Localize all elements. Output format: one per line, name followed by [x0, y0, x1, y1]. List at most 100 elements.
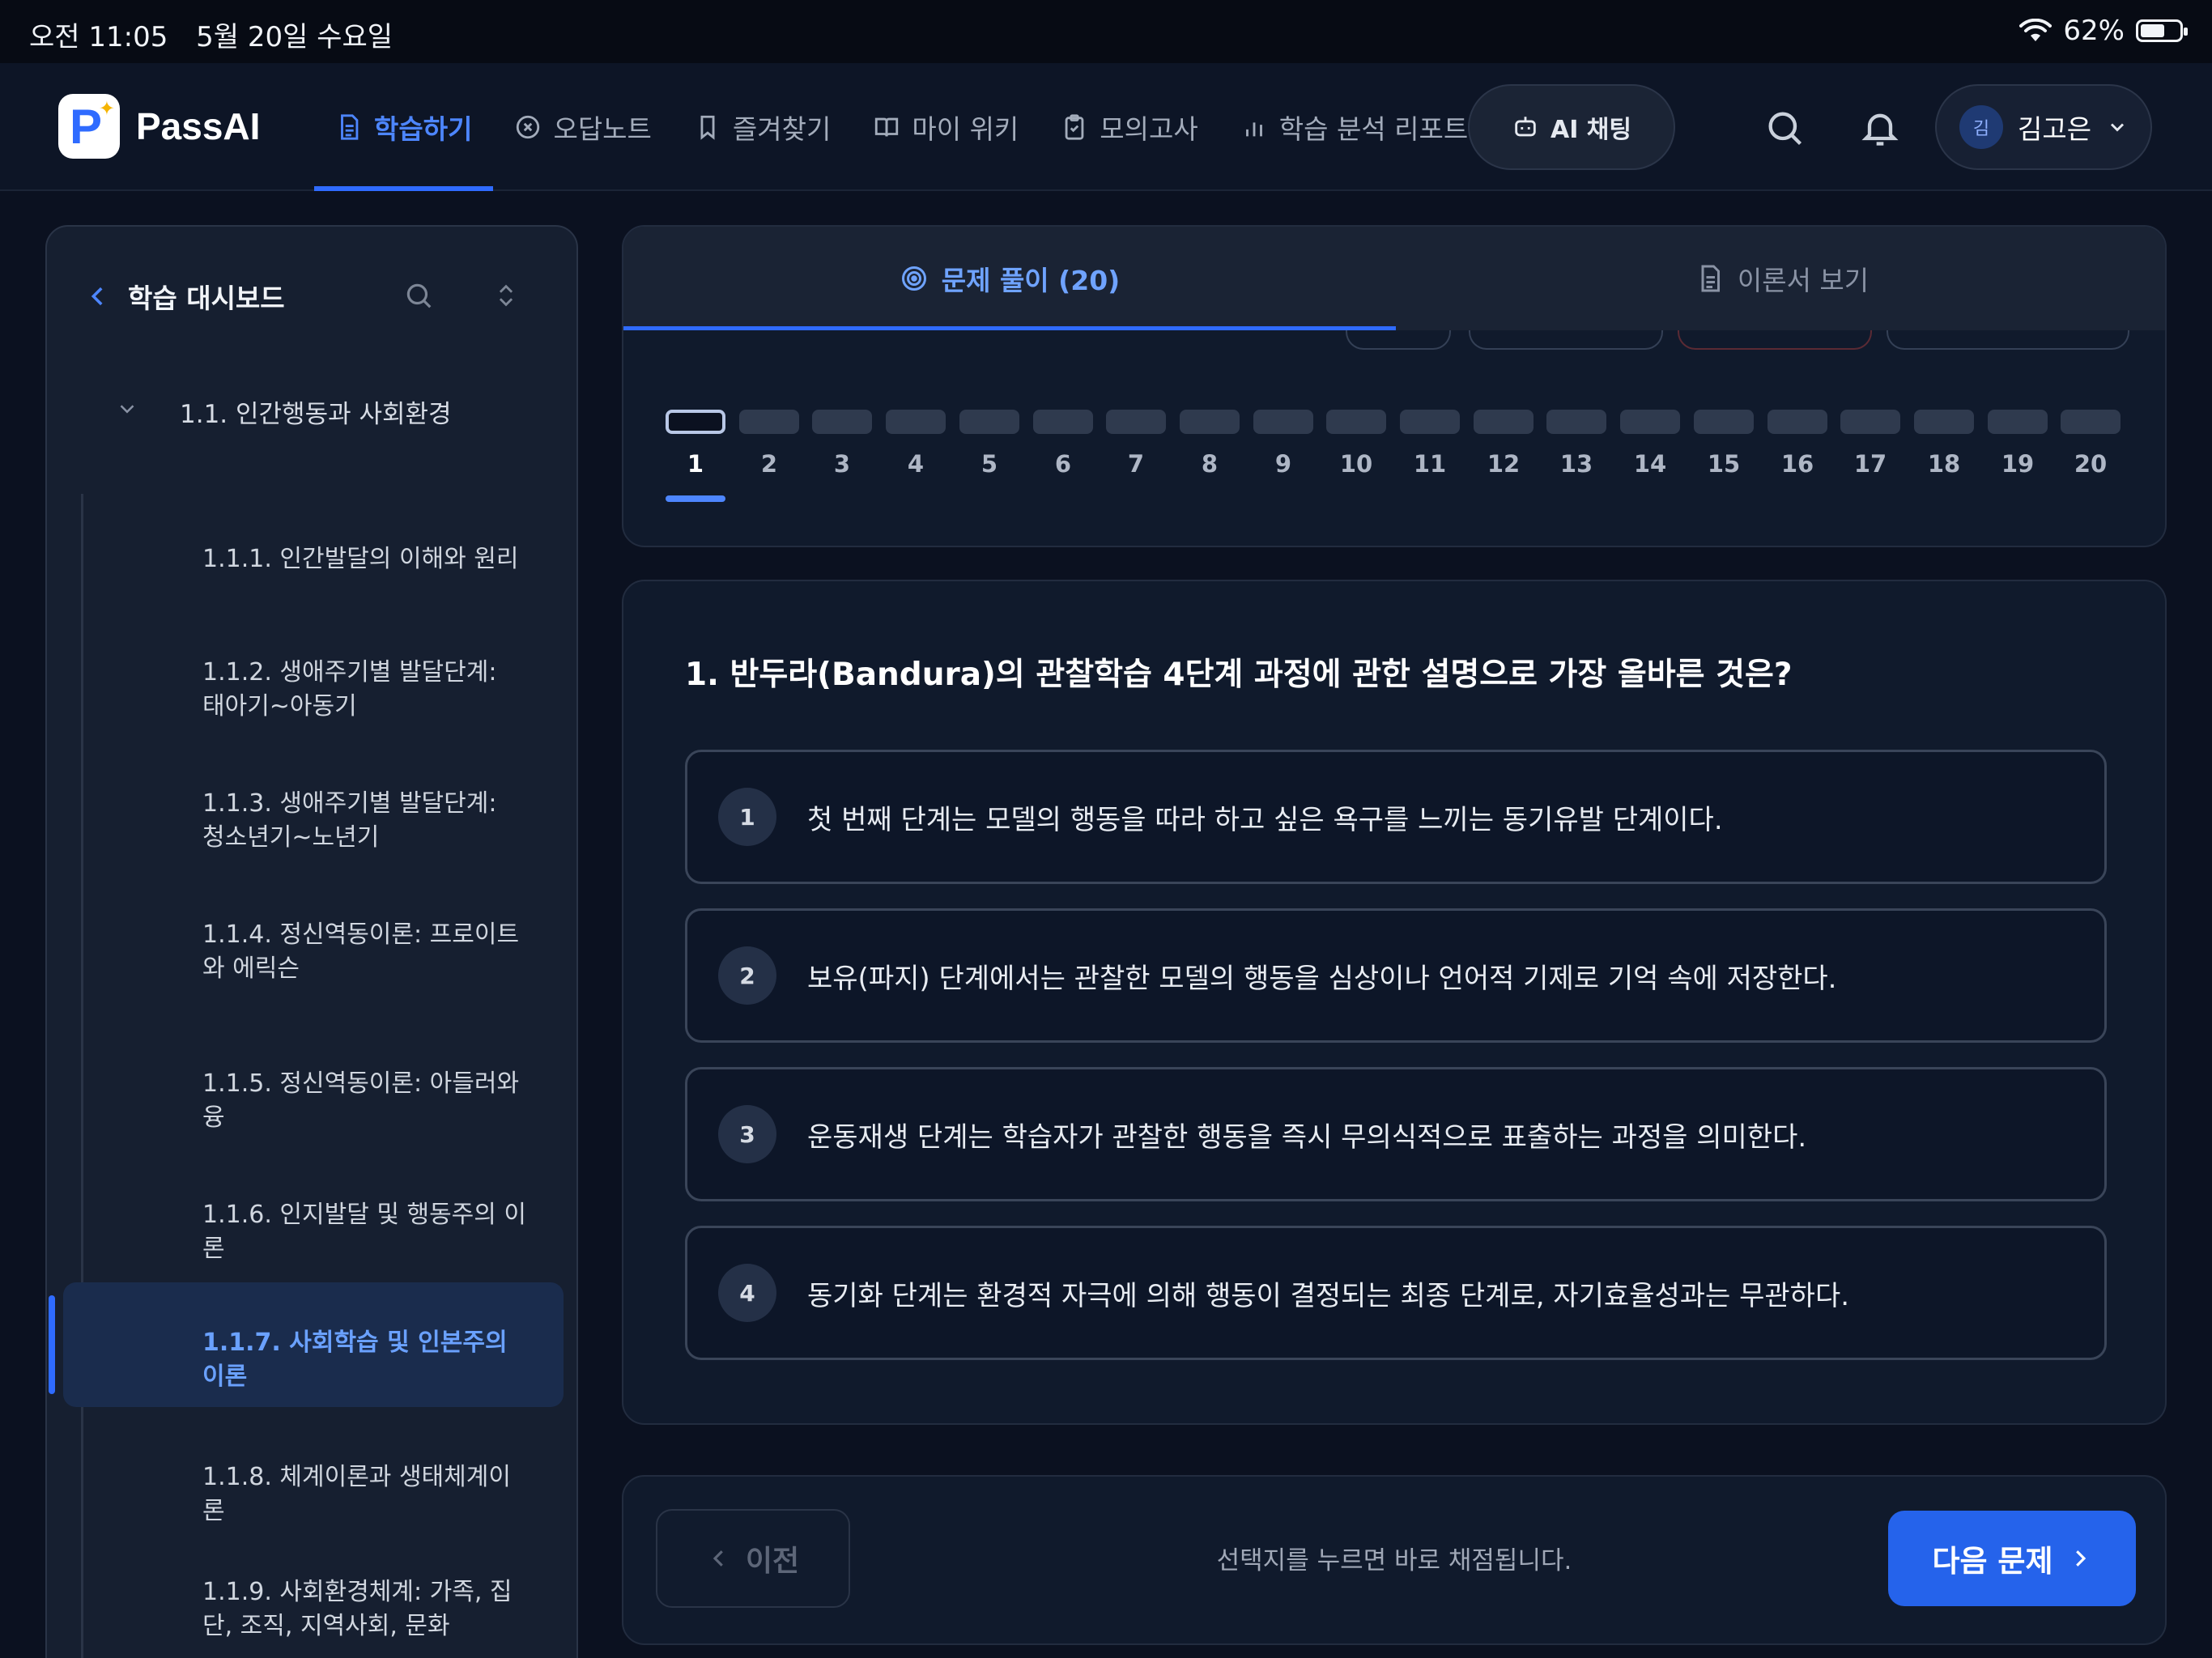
- sidebar-item-1-1-2[interactable]: 1.1.2. 생애주기별 발달단계: 태아기~아동기: [63, 648, 565, 737]
- question-number-4[interactable]: 4: [886, 410, 946, 478]
- answer-option-1[interactable]: 1 첫 번째 단계는 모델의 행동을 따라 하고 싶은 욕구를 느끼는 동기유발…: [685, 750, 2107, 884]
- question-progress-bar: [1253, 410, 1313, 434]
- question-progress-bar: [1767, 410, 1827, 434]
- question-progress-bar: [1400, 410, 1460, 434]
- question-number-19[interactable]: 19: [1988, 410, 2048, 478]
- ai-chat-label: AI 채팅: [1550, 116, 1632, 144]
- question-number-8[interactable]: 8: [1180, 410, 1240, 478]
- nav-tab-label: 즐겨찾기: [732, 113, 832, 145]
- sidebar-item-1-1-9[interactable]: 1.1.9. 사회환경체계: 가족, 집단, 조직, 지역사회, 문화: [63, 1567, 565, 1656]
- question-progress-bar: [1988, 410, 2048, 434]
- logo[interactable]: P ✦ PassAI: [58, 94, 260, 159]
- question-progress-bar: [1106, 410, 1166, 434]
- question-number-label: 1: [687, 450, 704, 478]
- sidebar-section[interactable]: 1.1. 인간행동과 사회환경: [47, 382, 576, 439]
- sidebar-item-1-1-6[interactable]: 1.1.6. 인지발달 및 행동주의 이론: [63, 1180, 565, 1263]
- question-number-12[interactable]: 12: [1474, 410, 1534, 478]
- tab-theory[interactable]: 이론서 보기: [1396, 227, 2165, 330]
- next-question-button[interactable]: 다음 문제: [1888, 1511, 2136, 1606]
- question-number-1[interactable]: 1: [666, 410, 725, 502]
- question-number-15[interactable]: 15: [1694, 410, 1754, 478]
- next-label: 다음 문제: [1932, 1544, 2053, 1579]
- question-progress-bar: [1180, 410, 1240, 434]
- robot-icon: [1515, 117, 1536, 137]
- question-number-11[interactable]: 11: [1400, 410, 1460, 478]
- question-number-16[interactable]: 16: [1767, 410, 1827, 478]
- sidebar-item-label: 1.1.8. 체계이론과 생태체계이론: [202, 1463, 511, 1525]
- question-number-label: 14: [1633, 450, 1667, 478]
- answer-option-3[interactable]: 3 운동재생 단계는 학습자가 관찰한 행동을 즉시 무의식적으로 표출하는 과…: [685, 1067, 2107, 1201]
- question-progress-bar: [1620, 410, 1680, 434]
- question-number-20[interactable]: 20: [2061, 410, 2121, 478]
- question-number-18[interactable]: 18: [1914, 410, 1974, 478]
- question-progress-bar: [739, 410, 799, 434]
- option-number: 3: [718, 1105, 776, 1163]
- nav-tab-label: 모의고사: [1100, 113, 1198, 145]
- avatar: 김: [1959, 105, 2003, 149]
- expand-collapse-icon[interactable]: [492, 278, 520, 312]
- status-time: 오전 11:05: [29, 21, 168, 53]
- battery-icon: [2136, 19, 2188, 42]
- sidebar: 학습 대시보드 1.1. 인간행동과 사회환경 1.1.1. 인간발달의 이해와…: [45, 225, 578, 1658]
- sidebar-item-1-1-4[interactable]: 1.1.4. 정신역동이론: 프로이트와 에릭슨: [63, 910, 565, 999]
- app-name: PassAI: [136, 105, 261, 147]
- sidebar-item-label: 1.1.6. 인지발달 및 행동주의 이론: [202, 1201, 527, 1263]
- bookmark-icon: [700, 115, 715, 140]
- nav-tab-study[interactable]: 학습하기: [314, 63, 494, 191]
- question-number-10[interactable]: 10: [1326, 410, 1386, 478]
- question-number-13[interactable]: 13: [1546, 410, 1606, 478]
- question-progress-bar: [666, 410, 725, 434]
- question-number-6[interactable]: 6: [1033, 410, 1093, 478]
- answer-option-4[interactable]: 4 동기화 단계는 환경적 자극에 의해 행동이 결정되는 최종 단계로, 자기…: [685, 1226, 2107, 1360]
- nav-tabs: 학습하기 오답노트 즐겨찾기 마이 위키 모의고사 학습 분석 리포트: [314, 63, 1489, 191]
- question-card: 1. 반두라(Bandura)의 관찰학습 4단계 과정에 관한 설명으로 가장…: [622, 580, 2167, 1425]
- book-icon: [875, 117, 899, 137]
- sidebar-item-label: 1.1.7. 사회학습 및 인본주의 이론: [202, 1329, 508, 1391]
- question-number-label: 3: [833, 450, 851, 478]
- sidebar-title: 학습 대시보드: [128, 283, 285, 314]
- status-left: 오전 11:05 5월 20일 수요일: [29, 15, 412, 54]
- question-number-14[interactable]: 14: [1620, 410, 1680, 478]
- option-number: 2: [718, 946, 776, 1005]
- search-icon[interactable]: [1763, 107, 1806, 149]
- chevron-left-icon[interactable]: [84, 280, 112, 312]
- nav-tab-analysis-report[interactable]: 학습 분석 리포트: [1219, 63, 1490, 191]
- question-number-label: 18: [1927, 450, 1961, 478]
- sidebar-item-label: 1.1.2. 생애주기별 발달단계: 태아기~아동기: [202, 658, 497, 721]
- question-number-label: 16: [1780, 450, 1814, 478]
- tab-problems[interactable]: 문제 풀이 (20): [623, 227, 1396, 330]
- question-number-5[interactable]: 5: [959, 410, 1019, 478]
- sidebar-item-label: 1.1.5. 정신역동이론: 아들러와 융: [202, 1069, 520, 1132]
- ai-chat-button[interactable]: AI 채팅: [1468, 84, 1675, 170]
- nav-tab-bookmarks[interactable]: 즐겨찾기: [673, 63, 852, 191]
- sidebar-item-1-1-7[interactable]: 1.1.7. 사회학습 및 인본주의 이론: [49, 1282, 564, 1407]
- sidebar-item-1-1-1[interactable]: 1.1.1. 인간발달의 이해와 원리: [63, 525, 565, 597]
- search-icon[interactable]: [403, 280, 434, 311]
- user-menu[interactable]: 김 김고은: [1935, 84, 2152, 170]
- question-number-3[interactable]: 3: [812, 410, 872, 478]
- question-number-17[interactable]: 17: [1840, 410, 1900, 478]
- sidebar-item-1-1-5[interactable]: 1.1.5. 정신역동이론: 아들러와 융: [63, 1049, 565, 1132]
- battery-fill: [2141, 24, 2164, 37]
- question-number-label: 19: [2001, 450, 2035, 478]
- sidebar-item-label: 1.1.1. 인간발달의 이해와 원리: [202, 545, 519, 573]
- question-number-2[interactable]: 2: [739, 410, 799, 478]
- nav-tab-wrong-notes[interactable]: 오답노트: [493, 63, 672, 191]
- battery-percent: 62%: [2063, 15, 2125, 47]
- chevron-right-icon: [2075, 1550, 2086, 1567]
- question-number-label: 11: [1413, 450, 1447, 478]
- current-question-indicator: [666, 495, 725, 502]
- question-progress-bar: [1914, 410, 1974, 434]
- question-number-label: 8: [1201, 450, 1219, 478]
- sidebar-item-1-1-3[interactable]: 1.1.3. 생애주기별 발달단계: 청소년기~노년기: [63, 779, 565, 868]
- nav-tab-label: 학습하기: [374, 113, 473, 145]
- option-text: 첫 번째 단계는 모델의 행동을 따라 하고 싶은 욕구를 느끼는 동기유발 단…: [807, 804, 1723, 836]
- question-number-9[interactable]: 9: [1253, 410, 1313, 478]
- bell-icon[interactable]: [1859, 107, 1901, 149]
- option-text: 동기화 단계는 환경적 자극에 의해 행동이 결정되는 최종 단계로, 자기효율…: [807, 1280, 1850, 1312]
- nav-tab-mock-exam[interactable]: 모의고사: [1040, 63, 1219, 191]
- answer-option-2[interactable]: 2 보유(파지) 단계에서는 관찰한 모델의 행동을 심상이나 언어적 기제로 …: [685, 908, 2107, 1043]
- question-number-7[interactable]: 7: [1106, 410, 1166, 478]
- sidebar-item-1-1-8[interactable]: 1.1.8. 체계이론과 생태체계이론: [63, 1443, 565, 1525]
- nav-tab-my-wiki[interactable]: 마이 위키: [852, 63, 1040, 191]
